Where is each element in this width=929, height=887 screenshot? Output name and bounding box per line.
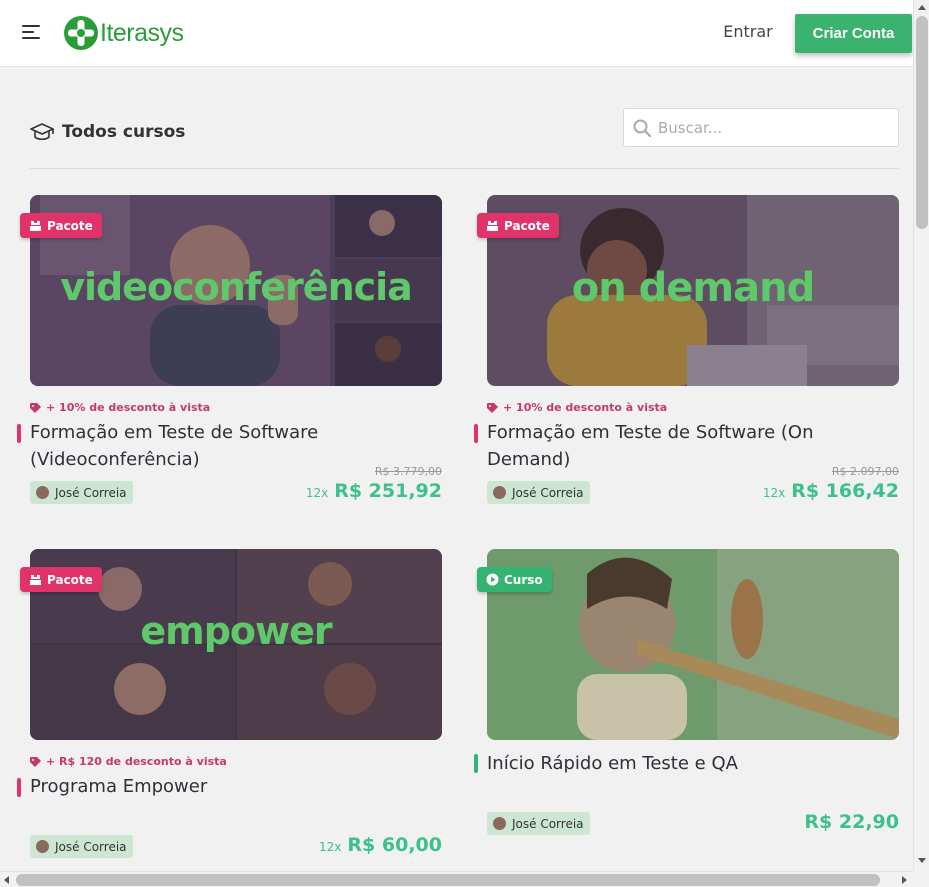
installments: 12x — [305, 486, 329, 500]
thumbnail-overlay-text: videoconferência — [60, 265, 413, 309]
search-input[interactable] — [658, 118, 878, 137]
title-accent-bar — [17, 778, 21, 797]
price: 12x R$ 251,92 — [306, 480, 442, 502]
login-link[interactable]: Entrar — [712, 22, 784, 41]
course-card[interactable]: on demand Pacote + 10% de desconto à vis… — [474, 195, 919, 535]
top-navbar: Iterasys Entrar Criar Conta — [0, 0, 913, 67]
author-chip[interactable]: José Correia — [487, 481, 590, 504]
create-account-button[interactable]: Criar Conta — [795, 14, 912, 53]
course-title[interactable]: Programa Empower — [30, 773, 442, 800]
author-name: José Correia — [512, 816, 584, 831]
author-name: José Correia — [55, 839, 127, 854]
title-accent-bar — [17, 424, 21, 443]
package-icon — [30, 221, 41, 231]
price: R$ 22,90 — [804, 811, 899, 833]
avatar — [36, 486, 49, 499]
package-badge: Pacote — [20, 567, 102, 592]
hamburger-menu-icon[interactable] — [22, 24, 40, 40]
vertical-scroll-thumb[interactable] — [916, 16, 928, 229]
badge-label: Pacote — [47, 218, 93, 233]
avatar — [36, 840, 49, 853]
discount-label: + 10% de desconto à vista — [30, 401, 210, 414]
scroll-down-arrow-icon[interactable] — [918, 858, 926, 863]
search-icon — [633, 119, 651, 137]
author-chip[interactable]: José Correia — [30, 835, 133, 858]
package-badge: Pacote — [477, 213, 559, 238]
title-accent-bar — [474, 424, 478, 443]
tag-icon — [487, 402, 498, 413]
course-badge: Curso — [477, 567, 552, 592]
logo[interactable]: Iterasys — [63, 15, 184, 51]
course-card[interactable]: videoconferência Pacote + 10% de descont… — [17, 195, 462, 535]
discount-text: + 10% de desconto à vista — [503, 401, 668, 414]
scroll-up-arrow-icon[interactable] — [918, 5, 926, 10]
author-name: José Correia — [512, 485, 584, 500]
horizontal-scroll-thumb[interactable] — [16, 874, 880, 886]
installments: 12x — [319, 840, 342, 854]
avatar — [493, 486, 506, 499]
section-divider — [30, 168, 899, 169]
tag-icon — [30, 756, 41, 767]
author-name: José Correia — [55, 485, 127, 500]
page-title: Todos cursos — [62, 122, 186, 142]
search-box[interactable] — [623, 108, 899, 147]
horizontal-scrollbar[interactable] — [0, 871, 913, 887]
package-icon — [487, 221, 498, 231]
thumbnail-overlay-text: empower — [140, 609, 332, 653]
play-icon — [486, 573, 499, 586]
package-icon — [30, 575, 41, 585]
discount-text: + R$ 120 de desconto à vista — [46, 755, 227, 768]
tag-icon — [30, 402, 41, 413]
price: 12x R$ 166,42 — [763, 480, 899, 502]
section-header: Todos cursos — [30, 122, 185, 142]
discount-label: + 10% de desconto à vista — [487, 401, 667, 414]
package-badge: Pacote — [20, 213, 102, 238]
old-price: R$ 3.779,00 — [374, 465, 442, 478]
badge-label: Pacote — [47, 572, 93, 587]
graduation-cap-icon — [30, 123, 54, 141]
logo-text: Iterasys — [100, 18, 184, 47]
price-value: R$ 166,42 — [791, 480, 899, 502]
scroll-left-arrow-icon[interactable] — [4, 876, 9, 884]
author-chip[interactable]: José Correia — [30, 481, 133, 504]
avatar — [493, 817, 506, 830]
badge-label: Curso — [504, 572, 543, 587]
course-title[interactable]: Início Rápido em Teste e QA — [487, 750, 899, 777]
course-card[interactable]: Curso Início Rápido em Teste e QA José C… — [474, 549, 919, 887]
old-price: R$ 2.097,00 — [831, 465, 899, 478]
scroll-right-arrow-icon[interactable] — [902, 876, 907, 884]
thumbnail-overlay-text: on demand — [571, 265, 815, 311]
vertical-scrollbar[interactable] — [913, 0, 929, 871]
installments: 12x — [762, 486, 786, 500]
price-value: R$ 251,92 — [334, 480, 442, 502]
price-value: R$ 22,90 — [804, 811, 899, 833]
badge-label: Pacote — [504, 218, 550, 233]
discount-label: + R$ 120 de desconto à vista — [30, 755, 227, 768]
author-chip[interactable]: José Correia — [487, 812, 590, 835]
logo-icon — [64, 16, 98, 50]
title-accent-bar — [474, 754, 478, 773]
course-card[interactable]: empower Pacote + R$ 120 de desconto à vi… — [17, 549, 462, 887]
price-value: R$ 60,00 — [347, 834, 442, 856]
price: 12x R$ 60,00 — [319, 834, 442, 856]
discount-text: + 10% de desconto à vista — [46, 401, 211, 414]
